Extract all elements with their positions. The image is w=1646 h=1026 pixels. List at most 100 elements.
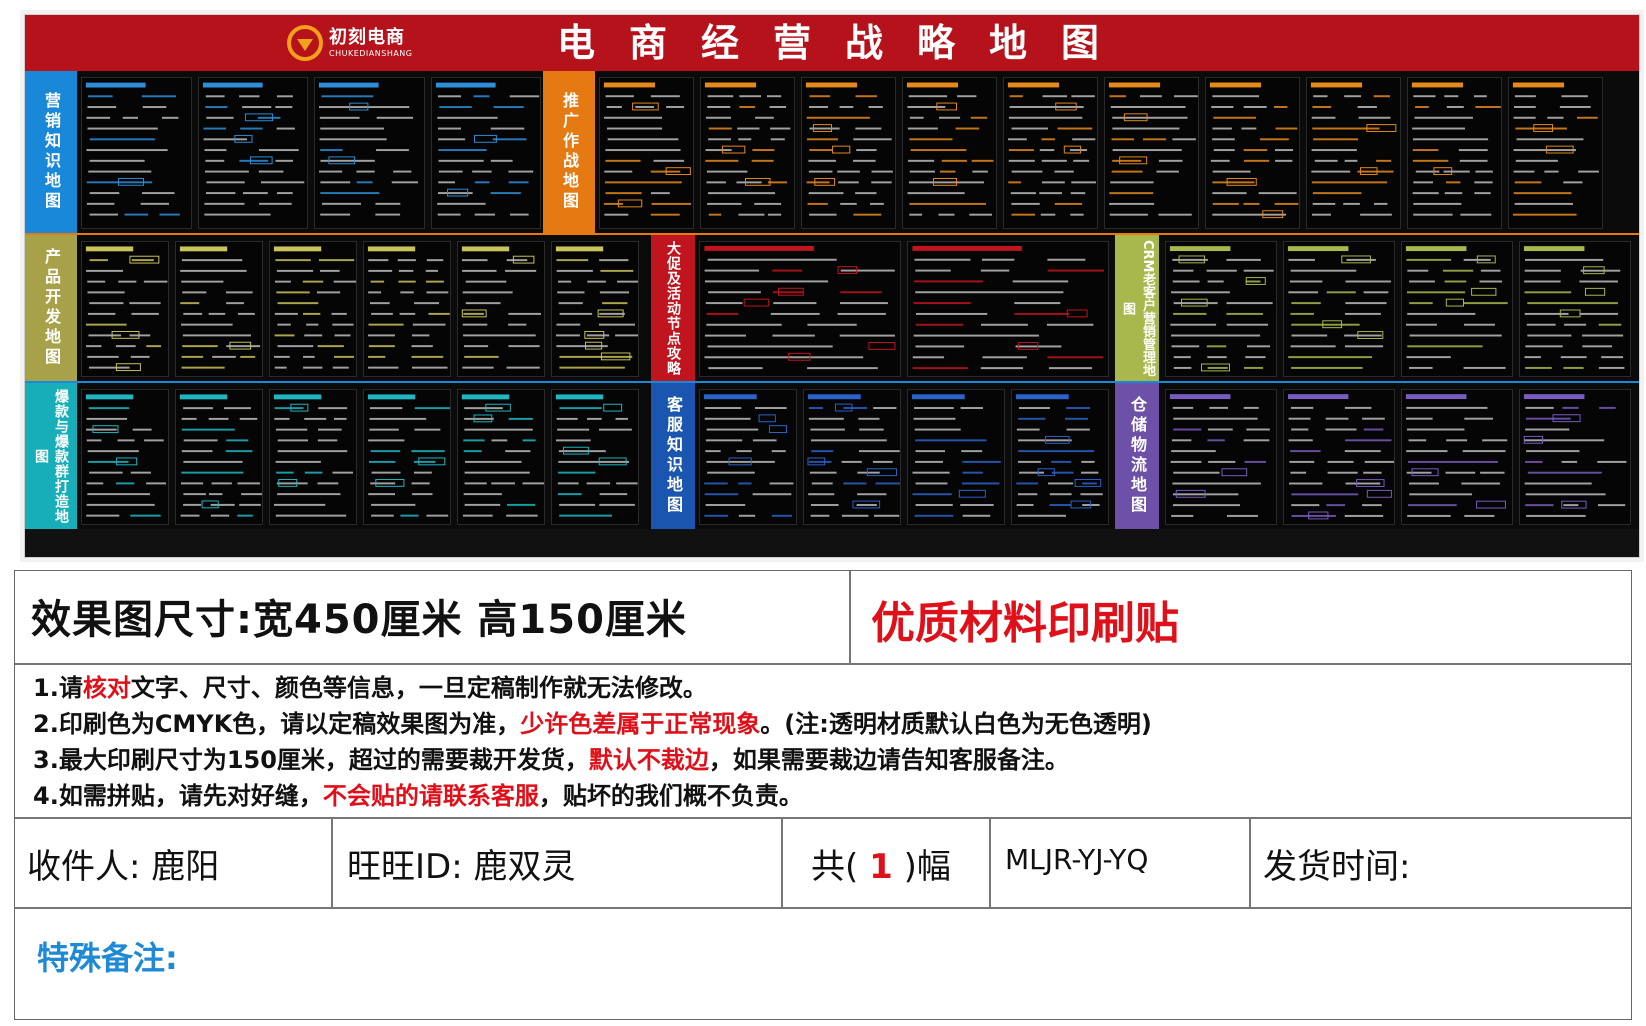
map-thumbnail — [81, 241, 169, 377]
thumbnail-line — [1480, 471, 1505, 474]
thumbnail-line — [369, 428, 399, 431]
thumbnail-line — [225, 291, 253, 294]
thumbnail-line — [1407, 269, 1429, 272]
thumbnail-line — [181, 428, 235, 431]
brand-name-cn: 初刻电商 — [329, 26, 405, 48]
thumbnail-line — [1524, 482, 1592, 485]
thumbnail-line — [909, 116, 924, 119]
thumbnail-header — [1007, 82, 1060, 88]
thumbnail-header — [1512, 82, 1565, 88]
thumbnail-line — [1579, 280, 1618, 283]
map-thumbnail — [363, 241, 451, 377]
thumbnail-line — [772, 291, 804, 294]
thumbnail-line — [490, 127, 524, 130]
thumbnail-line — [1040, 213, 1056, 216]
section-label-crm: CRM老客户营销管理地图 — [1115, 235, 1159, 381]
thumbnail-line — [706, 181, 726, 184]
thumbnail-line — [393, 170, 412, 173]
thumbnail-line — [462, 269, 497, 272]
thumbnail-line — [1406, 356, 1451, 359]
map-thumbnail — [1401, 241, 1513, 377]
thumbnail-line — [146, 482, 167, 485]
thumbnail-line — [88, 95, 113, 98]
thumbnail-line — [875, 482, 900, 485]
thumbnail-line — [1072, 138, 1096, 141]
thumbnail-line — [203, 202, 244, 205]
thumbnail-line — [86, 514, 120, 517]
thumbnail-line — [1172, 482, 1261, 485]
thumbnail-line — [706, 460, 775, 463]
thumbnail-line — [144, 439, 164, 442]
thumbnail-line — [1473, 95, 1487, 98]
thumbnail-line — [181, 355, 204, 358]
thumbnail-graphic — [555, 246, 638, 369]
thumbnail-line — [808, 170, 833, 173]
thumbnail-line — [1446, 439, 1468, 442]
thumbnail-line — [1344, 95, 1362, 98]
thumbnail-line — [1525, 460, 1543, 463]
thumbnail-header — [1108, 82, 1161, 88]
map-thumbnail — [1407, 77, 1502, 229]
thumbnail-line — [1461, 482, 1500, 485]
thumbnail-line — [1110, 181, 1154, 184]
thumbnail-line — [1111, 138, 1135, 141]
thumbnail-line — [1311, 181, 1388, 184]
thumbnail-line — [143, 280, 168, 283]
thumbnail-line — [274, 417, 290, 420]
thumbnail-line — [1409, 493, 1473, 496]
thumbnail-line — [375, 202, 401, 205]
thumbnail-line — [1544, 170, 1559, 173]
thumbnail-line — [1081, 471, 1099, 474]
note-text: 1.请 — [33, 674, 83, 702]
thumbnail-line — [1212, 95, 1260, 98]
thumbnail-box — [768, 425, 788, 433]
thumbnail-line — [1173, 417, 1258, 420]
thumbnail-line — [1207, 366, 1228, 369]
thumbnail-line — [465, 460, 522, 463]
section-label-marketing: 营销知识地图 — [25, 71, 77, 233]
thumbnail-line — [810, 514, 830, 517]
thumbnail-line — [1346, 258, 1376, 261]
thumbnail-line — [320, 149, 343, 152]
thumbnail-line — [1526, 514, 1586, 517]
thumbnail-line — [938, 213, 955, 216]
thumbnail-line — [1206, 345, 1227, 348]
thumbnail-line — [414, 428, 441, 431]
thumbnail-line — [462, 323, 488, 326]
thumbnail-line — [86, 417, 128, 420]
thumbnail-line — [1563, 181, 1583, 184]
thumbnail-line — [855, 192, 877, 195]
note-text: 3.最大印刷尺寸为150厘米，超过的需要裁开发货， — [33, 746, 589, 774]
thumbnail-line — [853, 138, 892, 141]
note-highlight: 核对 — [82, 674, 131, 702]
thumbnail-line — [1363, 428, 1384, 431]
thumbnail-line — [129, 302, 161, 305]
thumbnail-line — [841, 514, 869, 517]
thumbnail-line — [1172, 258, 1208, 261]
thumbnail-line — [238, 95, 259, 98]
thumbnail-line — [1407, 312, 1476, 315]
section-label-logistics: 仓储物流地图 — [1115, 383, 1159, 529]
thumbnail-header — [435, 82, 496, 88]
thumbnail-line — [738, 138, 752, 141]
thumbnail-line — [704, 334, 746, 337]
thumbnail-line — [183, 439, 218, 442]
thumbnail-line — [1226, 323, 1269, 326]
map-thumbnail — [363, 389, 451, 525]
thumbnail-line — [767, 181, 788, 184]
map-thumbnail — [1165, 389, 1277, 525]
thumbnail-line — [558, 302, 583, 305]
thumbnail-graphic — [1108, 82, 1198, 216]
thumbnail-line — [840, 291, 882, 294]
thumbnail-line — [1207, 428, 1233, 431]
map-thumbnail — [803, 389, 901, 525]
thumbnail-line — [369, 417, 427, 420]
thumbnail-line — [773, 302, 817, 305]
thumbnail-graphic — [202, 82, 304, 216]
thumbnail-line — [260, 181, 304, 184]
map-thumbnail — [551, 241, 639, 377]
map-thumbnail — [1401, 389, 1513, 525]
thumbnail-line — [1010, 192, 1037, 195]
thumbnail-line — [556, 259, 589, 262]
thumbnail-graphic — [906, 82, 994, 216]
